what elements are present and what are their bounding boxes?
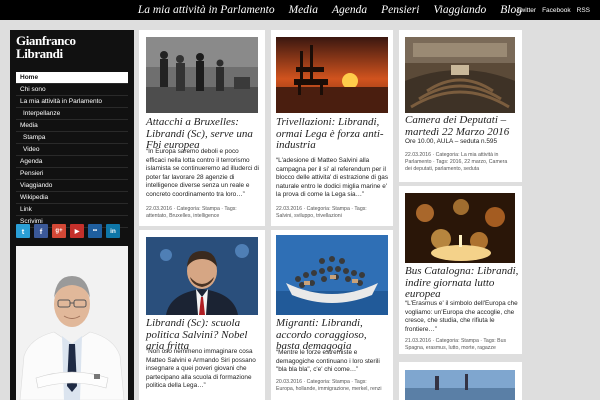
post-meta: 22.03.2016 · Categoria: La mia attività … <box>405 152 519 173</box>
main-nav: La mia attività in Parlamento Media Agen… <box>138 0 522 20</box>
sidebar-item-agenda[interactable]: Agenda <box>16 156 128 168</box>
sidebar-item-wikipedia[interactable]: Wikipedia <box>16 192 128 204</box>
logo-line-2: Librandi <box>16 46 63 61</box>
sidebar-item-parlamento[interactable]: La mia attività in Parlamento <box>16 96 128 108</box>
twitter-link[interactable]: Twitter <box>517 7 536 14</box>
post-meta-line: 22.03.2016 · Categoria: La mia attività … <box>405 152 499 158</box>
post-card[interactable]: Trivellazioni: Librandi, ormai Lega è fo… <box>271 30 393 226</box>
top-navigation-bar: La mia attività in Parlamento Media Agen… <box>0 0 600 20</box>
nav-item-parlamento[interactable]: La mia attività in Parlamento <box>138 4 275 16</box>
post-meta-line: 22.03.2016 · Categoria: Stampa · Tags: <box>276 206 367 212</box>
post-title[interactable]: Migranti: Librandi, accordo coraggioso, … <box>276 317 390 353</box>
flickr-icon[interactable]: •• <box>88 224 102 238</box>
post-meta: 22.03.2016 · Categoria: Stampa · Tags: a… <box>146 206 262 220</box>
post-meta: 20.03.2016 · Categoria: Stampa · Tags: E… <box>276 379 390 393</box>
sidebar-item-viaggiando[interactable]: Viaggiando <box>16 180 128 192</box>
post-thumbnail[interactable] <box>405 370 515 400</box>
google-plus-icon[interactable]: g+ <box>52 224 66 238</box>
post-title[interactable]: Attacchi a Bruxelles: Librandi (Sc), ser… <box>146 116 260 152</box>
post-excerpt: “Non oso nemmeno immaginare cosa Matteo … <box>146 348 256 390</box>
post-meta: 21.03.2016 · Categoria: Stampa · Tags: B… <box>405 338 519 352</box>
post-thumbnail[interactable] <box>276 37 388 113</box>
nav-item-media[interactable]: Media <box>289 4 318 16</box>
nav-item-viaggiando[interactable]: Viaggiando <box>433 4 486 16</box>
sidebar-item-media[interactable]: Media <box>16 120 128 132</box>
nav-item-pensieri[interactable]: Pensieri <box>381 4 419 16</box>
nav-item-agenda[interactable]: Agenda <box>332 4 367 16</box>
sidebar-item-pensieri[interactable]: Pensieri <box>16 168 128 180</box>
post-thumbnail[interactable] <box>146 237 258 315</box>
post-tags[interactable]: Parlamento · Tags: 2016, 22 marzo, Camer… <box>405 159 519 166</box>
youtube-icon[interactable]: ▶ <box>70 224 84 238</box>
post-thumbnail[interactable] <box>405 193 515 263</box>
post-card[interactable]: Attacchi a Bruxelles: Librandi (Sc), ser… <box>139 30 265 226</box>
post-tags[interactable]: Spagna, erasmus, lutto, morte, ragazze <box>405 345 519 352</box>
sidebar-menu: Home Chi sono La mia attività in Parlame… <box>16 72 128 228</box>
post-card[interactable] <box>399 362 522 400</box>
post-card[interactable]: Migranti: Librandi, accordo coraggioso, … <box>271 230 393 400</box>
social-links: Twitter Facebook RSS <box>517 0 590 20</box>
post-meta-line: 22.03.2016 · Categoria: Stampa · Tags: <box>146 206 237 212</box>
post-title[interactable]: Bus Catalogna: Librandi, indire giornata… <box>405 265 519 301</box>
post-tags[interactable]: dei deputati, parlamento, seduta <box>405 166 519 173</box>
post-thumbnail[interactable] <box>276 235 388 315</box>
post-tags[interactable]: Salvini, sviluppo, trivellazioni <box>276 213 390 220</box>
post-tags[interactable]: Europa, hollande, immigrazione, merkel, … <box>276 386 390 393</box>
sidebar-item-stampa[interactable]: Stampa <box>16 132 128 144</box>
post-title[interactable]: Trivellazioni: Librandi, ormai Lega è fo… <box>276 116 390 152</box>
post-card[interactable]: Librandi (Sc): scuola politica Salvini? … <box>139 230 265 400</box>
facebook-link[interactable]: Facebook <box>542 7 571 14</box>
sidebar-item-chi-sono[interactable]: Chi sono <box>16 84 128 96</box>
post-excerpt: “In Europa saremo deboli e poco efficaci… <box>146 148 259 198</box>
post-meta: 22.03.2016 · Categoria: Stampa · Tags: S… <box>276 206 390 220</box>
site-logo[interactable]: Gianfranco Librandi <box>16 34 76 60</box>
sidebar-item-home[interactable]: Home <box>16 72 128 84</box>
sidebar-item-link[interactable]: Link <box>16 204 128 216</box>
post-excerpt: “Mentre le forze estremiste e demagogich… <box>276 349 380 374</box>
portrait-photo <box>16 246 128 400</box>
sidebar-social-icons: t f g+ ▶ •• in <box>16 224 120 238</box>
post-meta-line: 21.03.2016 · Categoria: Stampa · Tags: B… <box>405 338 507 344</box>
post-thumbnail[interactable] <box>146 37 258 113</box>
sidebar-item-interpellanze[interactable]: Interpellanze <box>16 108 128 120</box>
post-excerpt: “L'Erasmus e' il simbolo dell'Europa che… <box>405 300 518 333</box>
post-excerpt: Ore 10.00, AULA – seduta n.595 <box>405 138 498 145</box>
linkedin-icon[interactable]: in <box>106 224 120 238</box>
rss-link[interactable]: RSS <box>577 7 590 14</box>
post-card[interactable]: Camera dei Deputati – martedì 22 Marzo 2… <box>399 30 522 182</box>
post-excerpt: “L'adesione di Matteo Salvini alla campa… <box>276 157 389 199</box>
twitter-icon[interactable]: t <box>16 224 30 238</box>
post-tags[interactable]: attentato, Bruxelles, intelligence <box>146 213 262 220</box>
sidebar: Gianfranco Librandi Home Chi sono La mia… <box>10 30 134 400</box>
post-thumbnail[interactable] <box>405 37 515 113</box>
facebook-icon[interactable]: f <box>34 224 48 238</box>
post-card[interactable]: Bus Catalogna: Librandi, indire giornata… <box>399 186 522 354</box>
post-meta-line: 20.03.2016 · Categoria: Stampa · Tags: <box>276 379 367 385</box>
sidebar-item-video[interactable]: Video <box>16 144 128 156</box>
post-title[interactable]: Camera dei Deputati – martedì 22 Marzo 2… <box>405 114 519 138</box>
